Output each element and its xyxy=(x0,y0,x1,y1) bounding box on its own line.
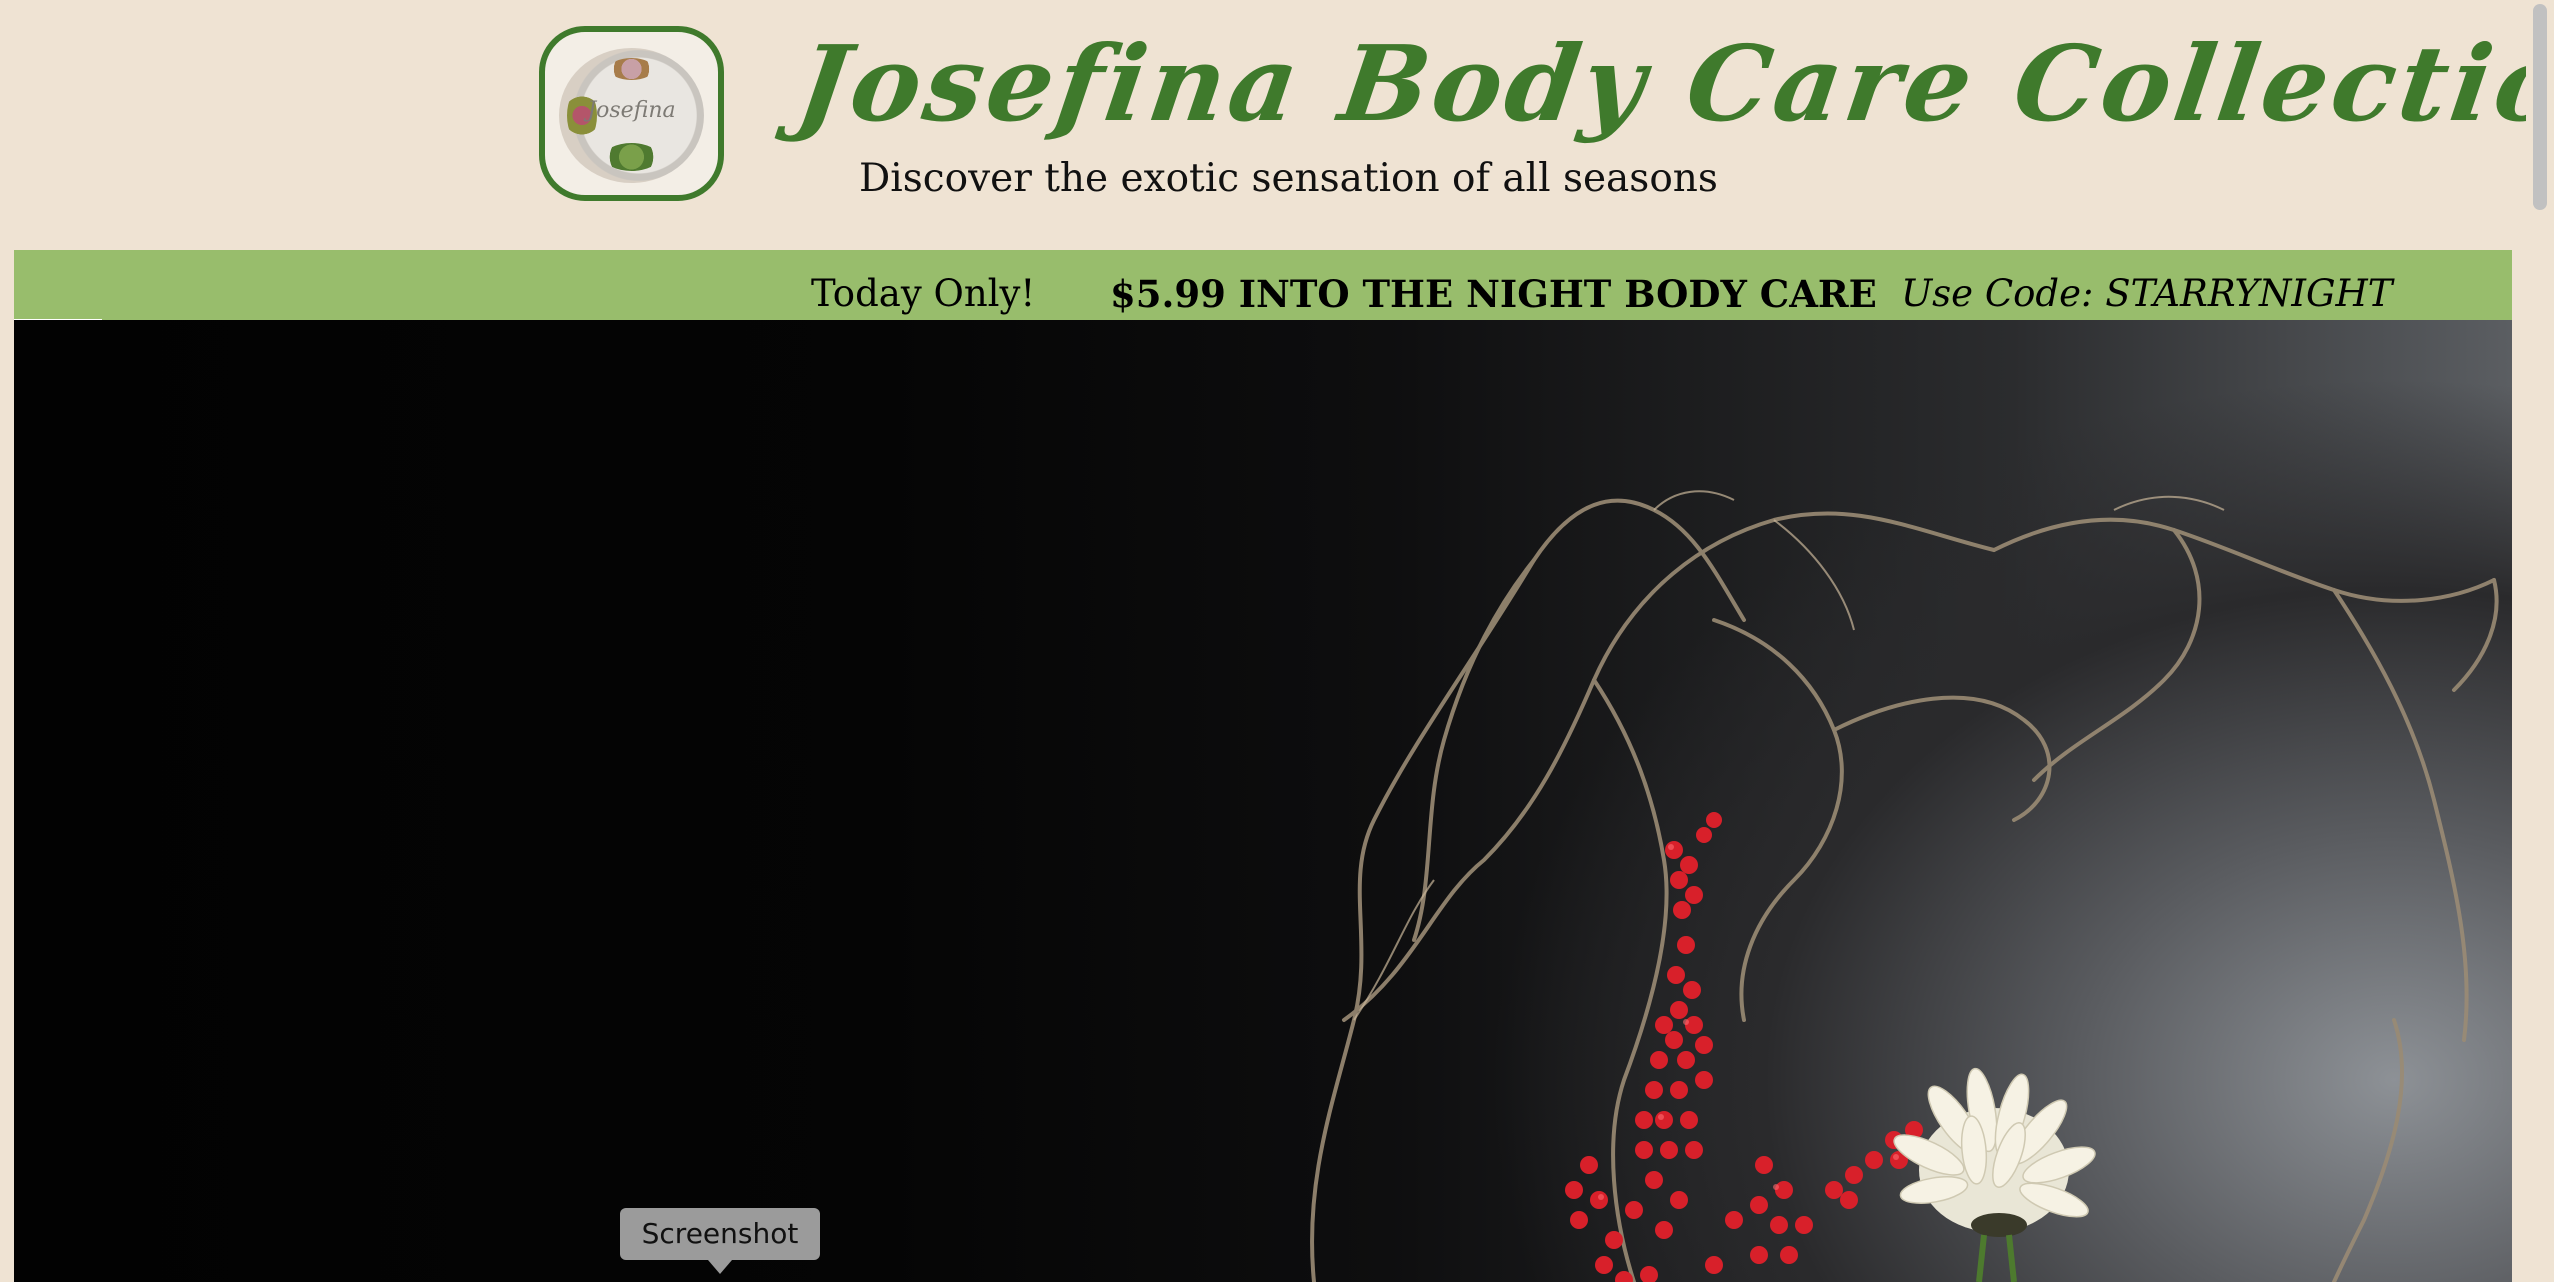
logo-script-text: Josefina xyxy=(587,98,676,123)
vertical-scrollbar[interactable] xyxy=(2526,0,2554,1282)
screenshot-tooltip: Screenshot xyxy=(620,1208,820,1274)
promo-today-only: Today Only! xyxy=(811,272,1036,315)
promo-code: Use Code: STARRYNIGHT xyxy=(1901,272,2393,315)
promo-offer[interactable]: $5.99 INTO THE NIGHT BODY CARE xyxy=(1110,272,1877,316)
site-header: Josefina Josefina Body Care Collection D… xyxy=(0,0,2554,250)
hero-image xyxy=(14,320,2512,1282)
page: Josefina Josefina Body Care Collection D… xyxy=(0,0,2554,1282)
logo-wreath-image: Josefina xyxy=(559,48,704,183)
logo-leaves xyxy=(604,143,659,171)
brand-title: Josefina Body Care Collection xyxy=(790,22,2554,145)
logo-flowers xyxy=(609,58,654,80)
chrysanthemum-flower xyxy=(1893,1067,2096,1282)
scrollbar-thumb[interactable] xyxy=(2533,4,2547,210)
brand-logo[interactable]: Josefina xyxy=(539,26,724,201)
promo-banner: Today Only! $5.99 INTO THE NIGHT BODY CA… xyxy=(14,250,2512,322)
hero-photo-branches-berries-flower xyxy=(1310,490,2499,1282)
brand-tagline: Discover the exotic sensation of all sea… xyxy=(859,156,1718,201)
